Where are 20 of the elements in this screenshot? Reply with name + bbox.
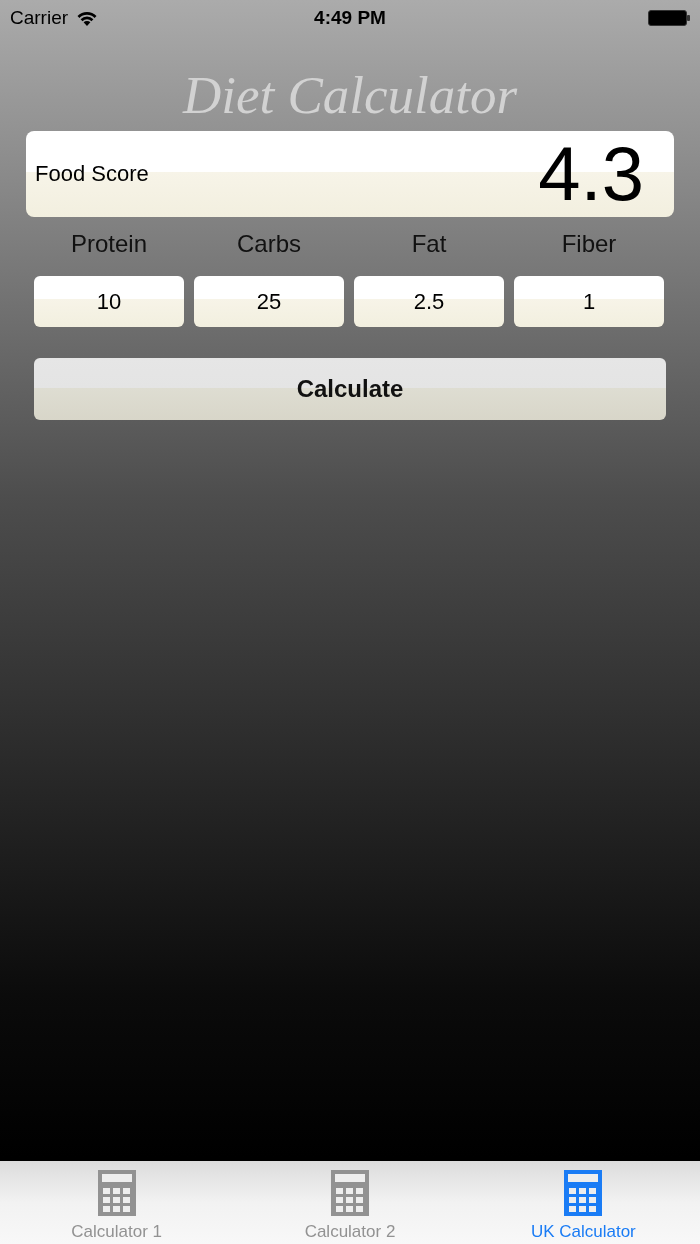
nutrient-label: Carbs <box>237 230 301 258</box>
calculate-button[interactable]: Calculate <box>34 358 666 420</box>
time-label: 4:49 PM <box>314 7 386 29</box>
wifi-icon <box>77 10 98 26</box>
nutrient-label: Fat <box>411 230 447 258</box>
calculator-icon <box>97 1170 136 1216</box>
score-label: Food Score <box>35 161 149 187</box>
carrier-label: Carrier <box>10 7 69 29</box>
app-title: Diet Calculator <box>182 68 518 122</box>
score-value: 4.3 <box>538 134 644 214</box>
calculator-icon <box>331 1170 369 1216</box>
number-field[interactable]: 2.5 <box>354 276 504 327</box>
nutrient-label: Protein <box>70 230 147 258</box>
battery-icon <box>648 10 690 26</box>
nutrient-label: Fiber <box>561 230 617 258</box>
tab-item[interactable]: UK Calculator <box>466 1161 700 1244</box>
calculator-icon <box>564 1170 603 1216</box>
number-field[interactable]: 1 <box>514 276 664 327</box>
number-field[interactable]: 25 <box>194 276 344 327</box>
number-field[interactable]: 10 <box>34 276 184 327</box>
